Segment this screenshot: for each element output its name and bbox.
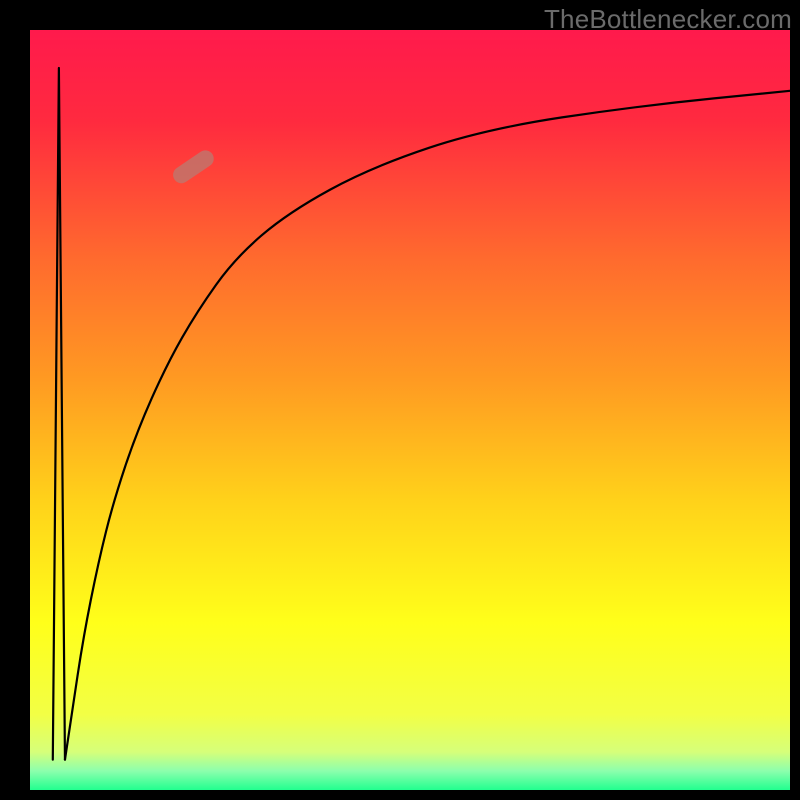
chart-container: TheBottlenecker.com bbox=[0, 0, 800, 800]
plot-area bbox=[30, 30, 790, 790]
chart-svg bbox=[30, 30, 790, 790]
gradient-background bbox=[30, 30, 790, 790]
